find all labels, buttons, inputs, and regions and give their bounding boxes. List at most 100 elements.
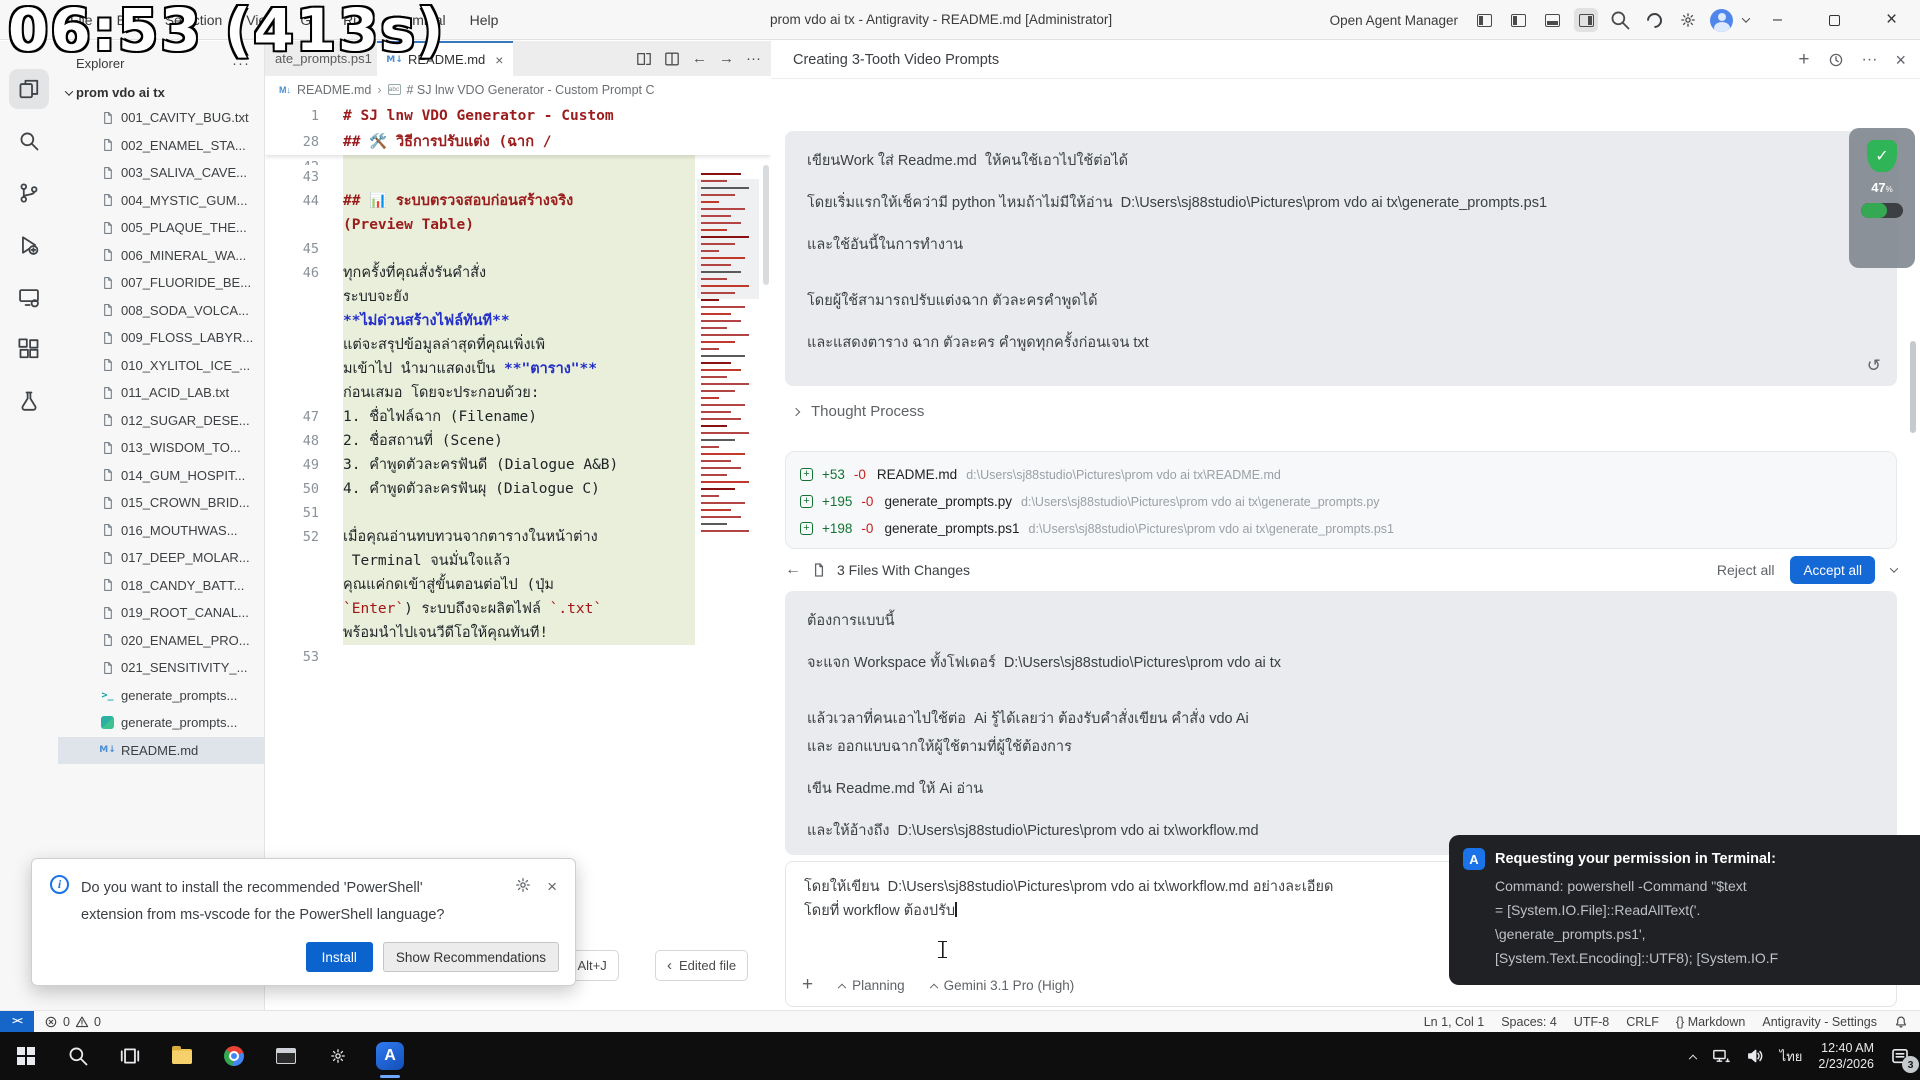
toggle-bottom-panel-icon[interactable] xyxy=(1540,8,1564,32)
file-018-candy-batt-[interactable]: 018_CANDY_BATT... xyxy=(58,572,264,600)
file-005-plaque-the-[interactable]: 005_PLAQUE_THE... xyxy=(58,214,264,242)
file-016-mouthwas-[interactable]: 016_MOUTHWAS... xyxy=(58,517,264,545)
network-icon[interactable] xyxy=(1712,1047,1730,1065)
model-selector[interactable]: Gemini 3.1 Pro (High) xyxy=(931,978,1075,993)
change-row-readme.md[interactable]: + +53-0 README.mdd:\Users\sj88studio\Pic… xyxy=(800,461,1882,488)
file-020-enamel-pro-[interactable]: 020_ENAMEL_PRO... xyxy=(58,627,264,655)
history-icon[interactable] xyxy=(1828,52,1844,68)
editor-scrollbar[interactable] xyxy=(763,165,769,285)
toggle-left-panel-icon[interactable] xyxy=(1506,8,1530,32)
edited-file-chip[interactable]: ‹ Edited file xyxy=(655,950,748,981)
antigravity-app-icon[interactable]: A xyxy=(364,1032,416,1080)
search-icon[interactable] xyxy=(9,121,49,161)
account-avatar[interactable] xyxy=(1710,9,1733,32)
change-row-generate_prompts.ps1[interactable]: + +198-0 generate_prompts.ps1d:\Users\sj… xyxy=(800,515,1882,542)
file-readme-md[interactable]: M↓README.md xyxy=(58,737,264,765)
source-control-icon[interactable] xyxy=(9,173,49,213)
close-button[interactable]: × xyxy=(1863,0,1920,40)
tray-expand-icon[interactable] xyxy=(1688,1055,1696,1063)
file-017-deep-molar-[interactable]: 017_DEEP_MOLAR... xyxy=(58,544,264,572)
chat-close-icon[interactable]: × xyxy=(1895,50,1906,71)
settings-gear-icon[interactable] xyxy=(1676,8,1700,32)
open-changes-icon[interactable] xyxy=(636,51,652,67)
explorer-icon[interactable] xyxy=(9,69,49,109)
file-006-mineral-wa-[interactable]: 006_MINERAL_WA... xyxy=(58,242,264,270)
mode-selector[interactable]: Planning xyxy=(839,978,905,993)
remote-indicator[interactable]: >< xyxy=(0,1011,34,1033)
menu-help[interactable]: Help xyxy=(460,8,509,32)
file-generate-prompts-[interactable]: generate_prompts... xyxy=(58,709,264,737)
attach-icon[interactable]: + xyxy=(802,974,813,996)
bell-icon[interactable] xyxy=(1894,1015,1908,1029)
tab-close-icon[interactable]: × xyxy=(495,52,503,68)
status-utf8[interactable]: UTF-8 xyxy=(1574,1015,1609,1029)
file-019-root-canal-[interactable]: 019_ROOT_CANAL... xyxy=(58,599,264,627)
status-[interactable]: {} Markdown xyxy=(1676,1015,1745,1029)
start-button[interactable] xyxy=(0,1032,52,1080)
file-007-fluoride-be-[interactable]: 007_FLUORIDE_BE... xyxy=(58,269,264,297)
collapse-icon[interactable]: ← xyxy=(785,561,801,579)
file-explorer-icon[interactable] xyxy=(156,1032,208,1080)
notification-close-icon[interactable]: × xyxy=(547,877,557,897)
file-021-sensitivity-[interactable]: 021_SENSITIVITY_... xyxy=(58,654,264,682)
status-spaces[interactable]: Spaces: 4 xyxy=(1501,1015,1557,1029)
file-015-crown-brid-[interactable]: 015_CROWN_BRID... xyxy=(58,489,264,517)
change-row-generate_prompts.py[interactable]: + +195-0 generate_prompts.pyd:\Users\sj8… xyxy=(800,488,1882,515)
back-icon[interactable]: ← xyxy=(692,50,707,67)
minimap[interactable] xyxy=(697,165,759,765)
panel-scrollbar[interactable] xyxy=(1910,341,1916,433)
volume-icon[interactable] xyxy=(1746,1047,1764,1065)
file-012-sugar-dese-[interactable]: 012_SUGAR_DESE... xyxy=(58,407,264,435)
new-conversation-icon[interactable]: + xyxy=(1798,49,1809,71)
file-014-gum-hospit-[interactable]: 014_GUM_HOSPIT... xyxy=(58,462,264,490)
remote-icon[interactable] xyxy=(9,277,49,317)
split-editor-icon[interactable] xyxy=(664,51,680,67)
file-009-floss-labyr-[interactable]: 009_FLOSS_LABYR... xyxy=(58,324,264,352)
clock[interactable]: 12:40 AM 2/23/2026 xyxy=(1818,1040,1874,1072)
run-debug-icon[interactable] xyxy=(9,225,49,265)
taskbar-search-icon[interactable] xyxy=(52,1032,104,1080)
reject-all-button[interactable]: Reject all xyxy=(1717,562,1775,578)
show-recommendations-button[interactable]: Show Recommendations xyxy=(383,942,559,972)
file-002-enamel-sta-[interactable]: 002_ENAMEL_STA... xyxy=(58,132,264,160)
widget-toggle[interactable] xyxy=(1861,203,1903,218)
forward-icon[interactable]: → xyxy=(719,50,734,67)
status-ln[interactable]: Ln 1, Col 1 xyxy=(1424,1015,1484,1029)
keyboard-language[interactable]: ไทย xyxy=(1780,1046,1803,1067)
agent-grid-icon[interactable] xyxy=(1472,8,1496,32)
file-001-cavity-bug-txt[interactable]: 001_CAVITY_BUG.txt xyxy=(58,104,264,132)
extensions-icon[interactable] xyxy=(9,329,49,369)
warning-count[interactable]: 0 xyxy=(94,1015,101,1029)
open-agent-manager-button[interactable]: Open Agent Manager xyxy=(1330,13,1458,28)
minimize-button[interactable]: – xyxy=(1749,0,1806,40)
task-view-icon[interactable] xyxy=(104,1032,156,1080)
maximize-button[interactable] xyxy=(1806,0,1863,40)
install-button[interactable]: Install xyxy=(306,942,373,972)
file-011-acid-lab-txt[interactable]: 011_ACID_LAB.txt xyxy=(58,379,264,407)
status-antigravity[interactable]: Antigravity - Settings xyxy=(1762,1015,1877,1029)
taskbar-settings-icon[interactable] xyxy=(312,1032,364,1080)
thought-process-row[interactable]: Thought Process xyxy=(793,403,924,420)
status-crlf[interactable]: CRLF xyxy=(1626,1015,1659,1029)
file-008-soda-volca-[interactable]: 008_SODA_VOLCA... xyxy=(58,297,264,325)
workspace-root-folder[interactable]: prom vdo ai tx xyxy=(58,78,264,104)
file-004-mystic-gum-[interactable]: 004_MYSTIC_GUM... xyxy=(58,187,264,215)
accept-all-button[interactable]: Accept all xyxy=(1790,556,1875,584)
error-count[interactable]: 0 xyxy=(63,1015,70,1029)
search-icon[interactable] xyxy=(1608,8,1632,32)
testing-icon[interactable] xyxy=(9,381,49,421)
chrome-icon[interactable] xyxy=(208,1032,260,1080)
accept-dropdown-icon[interactable] xyxy=(1890,564,1898,572)
notification-center-icon[interactable]: 3 xyxy=(1890,1046,1910,1066)
file-generate-prompts-[interactable]: >_generate_prompts... xyxy=(58,682,264,710)
toggle-right-panel-icon[interactable] xyxy=(1574,8,1598,32)
notification-settings-icon[interactable] xyxy=(515,877,531,893)
file-013-wisdom-to-[interactable]: 013_WISDOM_TO... xyxy=(58,434,264,462)
terminal-window-icon[interactable] xyxy=(260,1032,312,1080)
file-003-saliva-cave-[interactable]: 003_SALIVA_CAVE... xyxy=(58,159,264,187)
more-actions-icon[interactable]: ··· xyxy=(746,50,761,67)
chat-more-icon[interactable]: ··· xyxy=(1862,51,1878,69)
breadcrumb[interactable]: M↓ README.md › abc # SJ lnw VDO Generato… xyxy=(265,76,771,103)
file-010-xylitol-ice-[interactable]: 010_XYLITOL_ICE_... xyxy=(58,352,264,380)
undo-icon[interactable]: ↺ xyxy=(1867,356,1881,376)
